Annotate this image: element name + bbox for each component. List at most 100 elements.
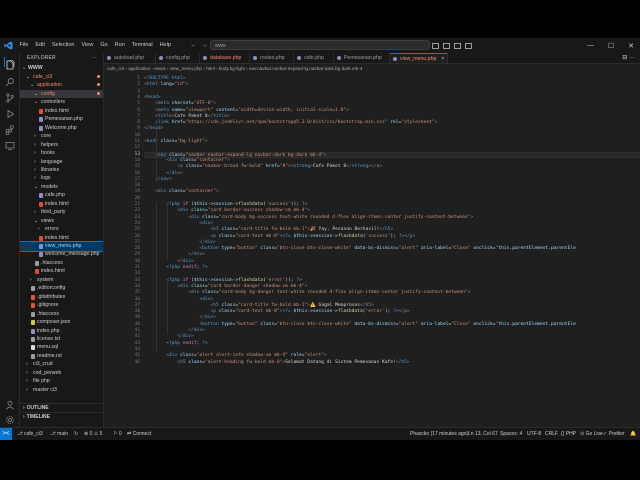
- git-branch[interactable]: ⎇ main: [50, 428, 68, 440]
- tree-file[interactable]: license.txt: [20, 335, 103, 344]
- tab-config-php[interactable]: config.php: [156, 53, 200, 63]
- tree-folder[interactable]: › master ci3: [20, 386, 103, 395]
- project-name[interactable]: cafe_ci3: [24, 428, 43, 440]
- explorer-more-actions-icon[interactable]: ···: [91, 53, 97, 64]
- menu-selection[interactable]: Selection: [48, 38, 78, 53]
- search-icon[interactable]: [5, 74, 15, 87]
- toggle-primary-sidebar-icon[interactable]: [432, 42, 439, 49]
- code-token: "btn-close btn-close-white": [276, 246, 352, 252]
- tree-file[interactable]: cafe.php: [20, 191, 103, 200]
- tree-folder[interactable]: › hooks: [20, 149, 103, 158]
- account-icon[interactable]: [5, 397, 15, 410]
- code-editor[interactable]: 1 2 3 4 5 6 7 8 9 10 11 12 13 14 15 16 17 18 19 20 21 22 23 24 2…: [104, 73, 640, 427]
- tree-root-www[interactable]: ⌄ WWW: [20, 64, 103, 73]
- extensions-icon[interactable]: [5, 122, 15, 135]
- tree-file[interactable]: .gitignore: [20, 301, 103, 310]
- command-center-search[interactable]: www: [210, 40, 430, 50]
- tree-folder[interactable]: ⌄ controllers: [20, 98, 103, 107]
- tree-file[interactable]: .htaccess: [20, 310, 103, 319]
- editor-scrollbar[interactable]: [634, 73, 638, 427]
- explorer-icon[interactable]: [4, 57, 15, 70]
- git-blame[interactable]: Phascko (17 minutes ago): [410, 428, 468, 440]
- split-editor-icon[interactable]: ⊟: [622, 55, 627, 61]
- tree-file[interactable]: welcome_message.php: [20, 250, 103, 259]
- tree-folder[interactable]: › helpers: [20, 141, 103, 150]
- settings-gear-icon[interactable]: [5, 412, 15, 424]
- tree-folder[interactable]: ⌄ config: [20, 89, 103, 99]
- tree-folder[interactable]: ⌄ views: [20, 217, 103, 226]
- prettier-status[interactable]: ✓ Prettier: [603, 428, 625, 440]
- end-of-line[interactable]: CRLF: [545, 428, 558, 440]
- remote-explorer-icon[interactable]: [5, 138, 15, 151]
- menu-file[interactable]: File: [16, 38, 32, 53]
- tree-file[interactable]: Pemesanan.php: [20, 115, 103, 124]
- tab-cafe-php[interactable]: cafe.php: [294, 53, 334, 63]
- tree-file[interactable]: .gitattributes: [20, 293, 103, 302]
- tree-folder[interactable]: › errors: [20, 225, 103, 234]
- tab-pemesanan-php[interactable]: Pemesanan.php: [334, 53, 390, 63]
- tree-folder[interactable]: › ci3_crud: [20, 360, 103, 369]
- connect-button[interactable]: ⇄ Connect: [127, 428, 151, 440]
- menu-go[interactable]: Go: [97, 38, 111, 53]
- toggle-secondary-sidebar-icon[interactable]: [454, 42, 461, 49]
- toggle-panel-icon[interactable]: [443, 42, 450, 49]
- code-area[interactable]: <!DOCTYPE html> <html lang="id"> <head> <m…: [144, 73, 640, 427]
- breadcrumb[interactable]: cafe_ci3 › application › views › view_me…: [104, 64, 640, 73]
- menu-help[interactable]: Help: [156, 38, 174, 53]
- close-window-button[interactable]: ✕: [628, 42, 634, 50]
- tree-folder[interactable]: › logs: [20, 174, 103, 183]
- ports-indicator[interactable]: ⚐ 0: [113, 428, 122, 440]
- tree-folder[interactable]: › file php: [20, 377, 103, 386]
- maximize-button[interactable]: ☐: [608, 42, 614, 50]
- tree-file[interactable]: menu.sql: [20, 343, 103, 352]
- tree-file[interactable]: readme.rst: [20, 352, 103, 361]
- menu-terminal[interactable]: Terminal: [128, 38, 156, 53]
- tree-file[interactable]: .htaccess: [20, 259, 103, 268]
- tree-folder[interactable]: › language: [20, 158, 103, 167]
- customize-layout-icon[interactable]: [465, 42, 472, 49]
- tab-view_menu-php[interactable]: view_menu.php ×: [390, 53, 448, 63]
- tree-folder[interactable]: › core: [20, 132, 103, 141]
- tree-folder[interactable]: › system: [20, 276, 103, 285]
- menu-run[interactable]: Run: [111, 38, 128, 53]
- go-live-button[interactable]: ⊙ Go Live: [580, 428, 603, 440]
- tab-database-php[interactable]: database.php: [200, 53, 250, 63]
- nav-arrows[interactable]: ← →: [190, 38, 208, 53]
- code-token: parentEle: [550, 321, 576, 327]
- minimize-button[interactable]: —: [587, 42, 594, 49]
- code-line[interactable]: <h5 class="alert-heading fw-bold mb-0">S…: [144, 360, 640, 366]
- tab-autoload-php[interactable]: autoload.php: [104, 53, 156, 63]
- tree-folder[interactable]: ⌄ application: [20, 81, 103, 90]
- tree-file[interactable]: index.html: [20, 200, 103, 209]
- menu-edit[interactable]: Edit: [32, 38, 48, 53]
- encoding[interactable]: UTF-8: [527, 428, 541, 440]
- tree-file[interactable]: .editorconfig: [20, 284, 103, 293]
- sync-icon[interactable]: ↻: [74, 428, 78, 440]
- tree-file[interactable]: index.html: [20, 267, 103, 276]
- problems-indicator[interactable]: ⊗ 0 ⚠ 5: [84, 428, 102, 440]
- tree-folder[interactable]: ⌄ cafe_ci3: [20, 73, 103, 82]
- more-actions-icon[interactable]: ···: [629, 55, 635, 61]
- tree-folder[interactable]: ⌄ models: [20, 183, 103, 192]
- tree-file[interactable]: Welcome.php: [20, 124, 103, 133]
- menu-view[interactable]: View: [78, 38, 97, 53]
- close-tab-icon[interactable]: ×: [441, 56, 444, 62]
- indentation[interactable]: Spaces: 4: [500, 428, 522, 440]
- cursor-position[interactable]: Ln 13, Col 67: [468, 428, 498, 440]
- tree-file[interactable]: index.php: [20, 327, 103, 336]
- tree-file[interactable]: view_menu.php: [20, 241, 103, 252]
- run-debug-icon[interactable]: [5, 106, 15, 119]
- tree-folder[interactable]: › third_party: [20, 208, 103, 217]
- html-file-icon: [35, 269, 39, 275]
- language-mode[interactable]: {} PHP: [561, 428, 576, 440]
- tab-routes-php[interactable]: routes.php: [250, 53, 294, 63]
- tree-folder[interactable]: › libraries: [20, 166, 103, 175]
- timeline-section[interactable]: › TIMELINE: [20, 412, 103, 422]
- tree-folder[interactable]: › cod_perweb: [20, 369, 103, 378]
- tree-file[interactable]: index.html: [20, 107, 103, 116]
- remote-indicator[interactable]: ><: [0, 428, 12, 440]
- notifications-bell-icon[interactable]: 🔔: [630, 428, 636, 440]
- tree-file[interactable]: index.html: [20, 234, 103, 243]
- tree-file[interactable]: composer.json: [20, 318, 103, 327]
- source-control-icon[interactable]: [5, 90, 15, 103]
